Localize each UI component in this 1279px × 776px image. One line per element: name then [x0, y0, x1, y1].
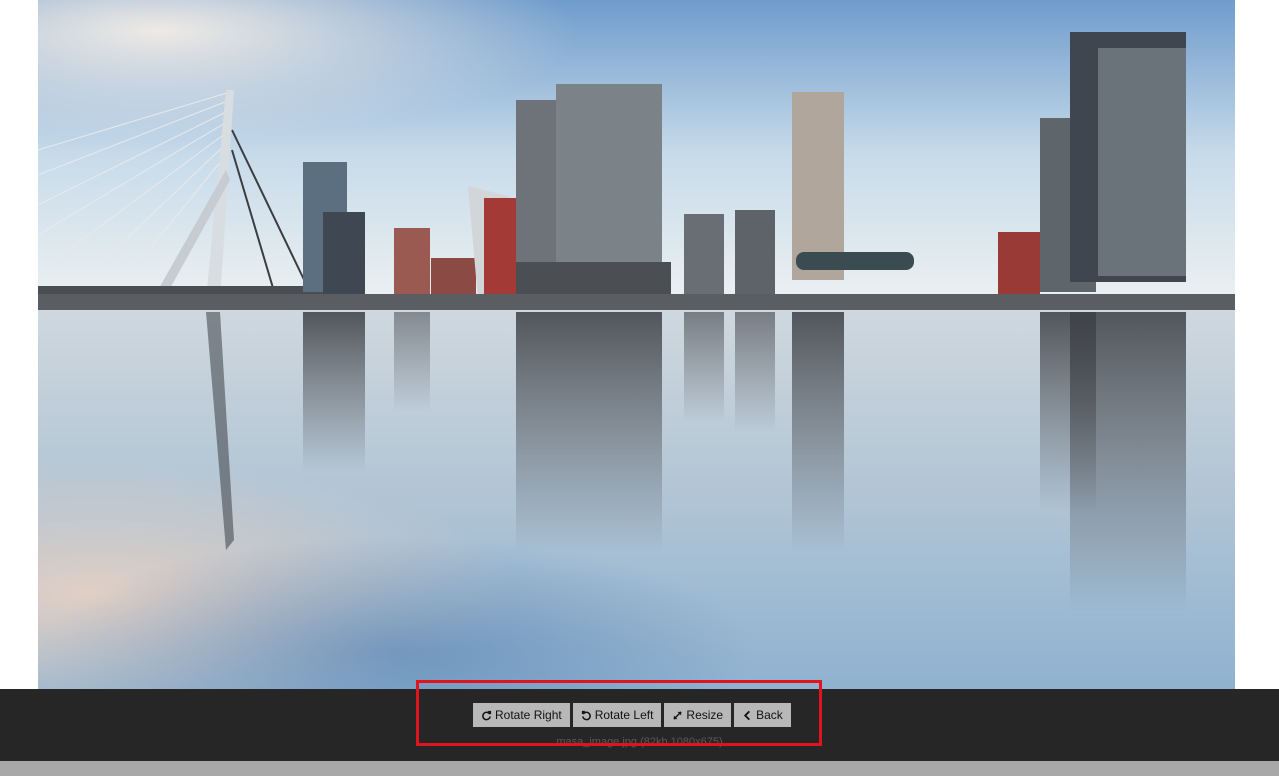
photo [38, 0, 1235, 689]
rotate-left-label: Rotate Left [594, 708, 654, 722]
back-button[interactable]: Back [734, 703, 791, 727]
rotate-left-button[interactable]: Rotate Left [572, 703, 662, 727]
rotate-right-label: Rotate Right [495, 708, 562, 722]
bottom-strip [0, 761, 1279, 776]
chevron-left-icon [742, 710, 753, 721]
rotate-right-icon [481, 710, 492, 721]
rotate-right-button[interactable]: Rotate Right [473, 703, 570, 727]
image-viewer: Rotate Right Rotate Left Resize Back mas… [0, 0, 1279, 776]
toolbar-buttons: Rotate Right Rotate Left Resize Back [473, 703, 791, 727]
image-caption: masa_image.jpg (82kb 1080x675) [556, 736, 723, 748]
back-label: Back [756, 708, 783, 722]
resize-icon [672, 710, 683, 721]
image-area [0, 0, 1279, 689]
resize-label: Resize [686, 708, 724, 722]
resize-button[interactable]: Resize [664, 703, 732, 727]
rotate-left-icon [581, 710, 592, 721]
